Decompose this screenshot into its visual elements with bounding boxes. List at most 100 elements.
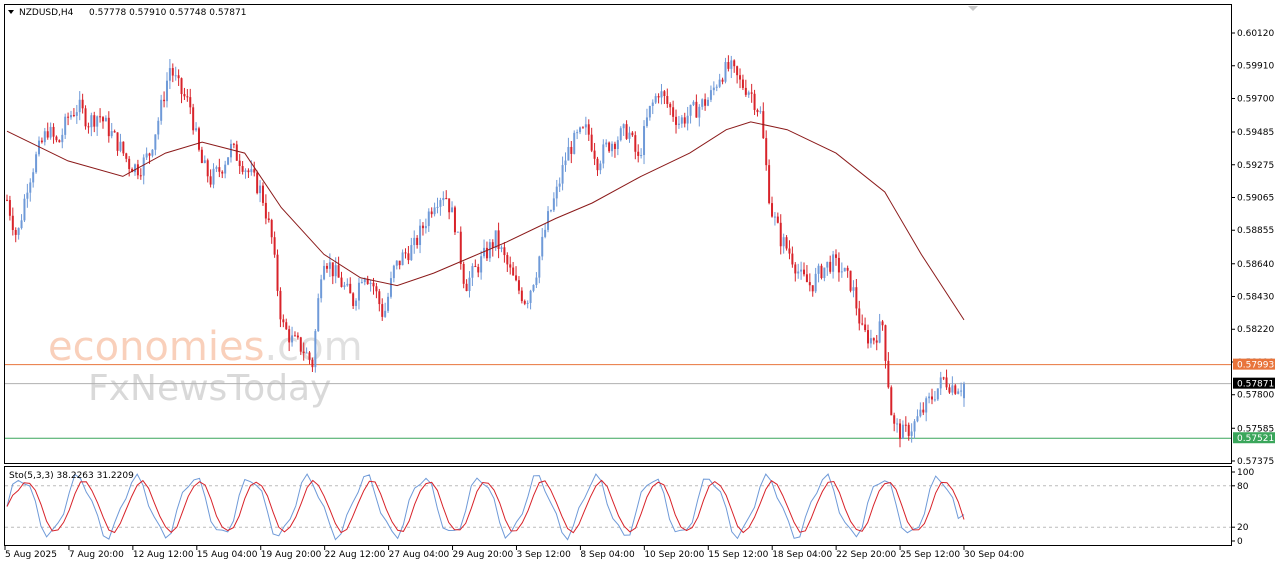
candle-body: [573, 132, 576, 154]
candle-body: [643, 126, 646, 156]
candle-body: [631, 132, 634, 136]
collapse-triangle-icon[interactable]: [8, 10, 14, 14]
candle-body: [113, 131, 116, 133]
candle-body: [337, 265, 340, 278]
candle-body: [707, 99, 710, 106]
candle-body: [910, 431, 913, 436]
candle-body: [32, 172, 35, 183]
candle-body: [835, 254, 838, 258]
candle-body: [503, 247, 506, 256]
candle-body: [887, 360, 890, 388]
candle-body: [26, 192, 29, 199]
candle-body: [698, 106, 701, 118]
candle-body: [308, 352, 311, 360]
candle-body: [256, 172, 259, 194]
candle-body: [160, 99, 163, 121]
candle-body: [928, 396, 931, 399]
candle-body: [820, 265, 823, 279]
candle-body: [157, 120, 160, 135]
candle-body: [933, 399, 936, 401]
candle-body: [291, 335, 294, 343]
candle-body: [238, 160, 241, 167]
candle-body: [945, 377, 948, 388]
candle-body: [541, 236, 544, 257]
candle-body: [436, 206, 439, 208]
candle-body: [357, 282, 360, 301]
candle-body: [855, 287, 858, 309]
candle-body: [317, 298, 320, 332]
candle-body: [93, 115, 96, 127]
stochastic-tick-label: 100: [1237, 468, 1254, 478]
candle-body: [526, 302, 529, 304]
candle-body: [139, 175, 142, 177]
candle-body: [465, 283, 468, 291]
candle-body: [875, 340, 878, 343]
candle-body: [128, 158, 131, 170]
candle-body: [148, 153, 151, 156]
shift-marker-icon[interactable]: [968, 6, 978, 11]
candle-body: [593, 150, 596, 159]
candle-body: [517, 280, 520, 291]
candle-body: [587, 124, 590, 135]
candle-body: [401, 252, 404, 266]
candle-body: [14, 229, 17, 235]
candle-body: [232, 143, 235, 145]
candle-body: [224, 164, 227, 174]
candle-body: [311, 359, 314, 368]
candle-body: [939, 377, 942, 389]
time-tick-label: 10 Sep 20:00: [644, 550, 704, 560]
candle-body: [419, 225, 422, 246]
candle-body: [261, 185, 264, 203]
candle-body: [840, 271, 843, 273]
candle-body: [625, 124, 628, 139]
candle-body: [576, 132, 579, 134]
candle-body: [52, 126, 55, 137]
price-chart[interactable]: NZDUSD,H4 0.57778 0.57910 0.57748 0.5787…: [0, 0, 1280, 567]
candle-body: [727, 62, 730, 69]
candle-body: [547, 211, 550, 230]
candle-body: [288, 329, 291, 343]
candle-body: [613, 143, 616, 149]
time-tick-label: 25 Sep 12:00: [900, 550, 960, 560]
candle-body: [168, 68, 171, 81]
candle-body: [896, 423, 899, 425]
candle-body: [826, 261, 829, 268]
candle-body: [395, 260, 398, 266]
candle-body: [29, 182, 32, 193]
moving-average-line: [6, 121, 965, 321]
candle-body: [192, 107, 195, 131]
candle-body: [235, 144, 238, 161]
time-tick-label: 12 Aug 12:00: [133, 550, 194, 560]
candle-body: [398, 260, 401, 266]
watermark-fxnewstoday: FxNewsToday: [88, 368, 331, 409]
candle-body: [785, 237, 788, 249]
candle-body: [151, 149, 154, 156]
watermark-economies-part1: economies: [48, 324, 264, 370]
candle-body: [596, 158, 599, 171]
candle-body: [154, 134, 157, 150]
candle-body: [456, 231, 459, 233]
candle-body: [718, 79, 721, 87]
candle-body: [739, 75, 742, 80]
candle-body: [78, 99, 81, 113]
candle-body: [212, 168, 215, 185]
candle-body: [520, 290, 523, 302]
candle-body: [389, 278, 392, 297]
price-tick-label: 0.59910: [1237, 62, 1274, 72]
stochastic-axis: 100 80 20 0: [1231, 468, 1254, 547]
candle-body: [963, 383, 965, 399]
price-tick-label: 0.59485: [1237, 128, 1274, 138]
candle-body: [107, 117, 110, 137]
price-tick-label: 0.59700: [1237, 94, 1274, 104]
candle-body: [648, 105, 651, 118]
candle-body: [867, 330, 870, 344]
candle-body: [384, 310, 387, 317]
candle-body: [468, 277, 471, 291]
candle-body: [430, 211, 433, 215]
candle-body: [104, 117, 107, 122]
candle-body: [709, 90, 712, 100]
candle-body: [363, 278, 366, 283]
candle-body: [424, 226, 427, 229]
candle-body: [864, 324, 867, 331]
candle-body: [372, 282, 375, 287]
